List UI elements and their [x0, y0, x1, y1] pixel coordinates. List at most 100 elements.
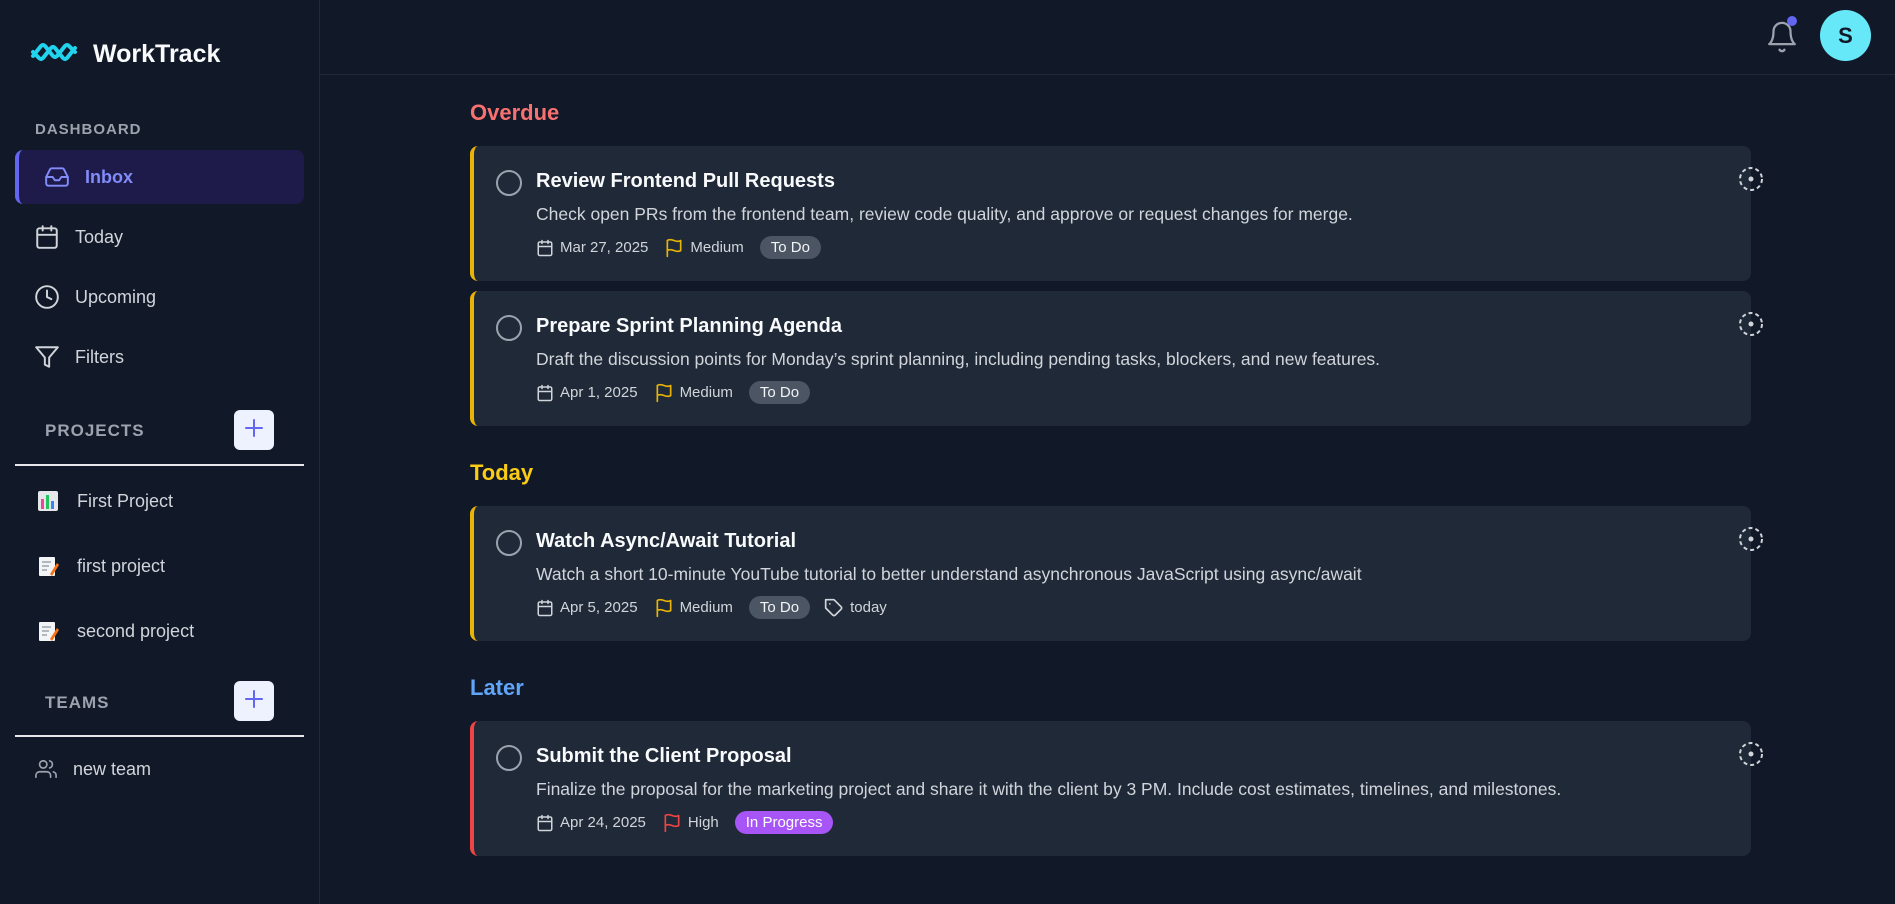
task-description: Draft the discussion points for Monday’s…: [536, 349, 1381, 369]
status-badge: To Do: [748, 381, 811, 404]
task-meta: Apr 5, 2025 Medium To Do today: [536, 596, 903, 619]
sidebar-item-label: Today: [75, 226, 124, 247]
brand-name: WorkTrack: [93, 40, 221, 68]
task-priority-text: Medium: [690, 239, 744, 256]
calendar-icon: [537, 814, 553, 831]
task-description: Watch a short 10-minute YouTube tutorial…: [536, 564, 1362, 584]
sidebar-item-label: Inbox: [85, 166, 133, 187]
logo-icon: [29, 38, 79, 71]
topbar: S: [320, 0, 1895, 75]
add-project-button[interactable]: [234, 410, 274, 450]
task-description: Finalize the proposal for the marketing …: [536, 779, 1562, 799]
task-date-text: Apr 24, 2025: [560, 814, 646, 831]
calendar-icon: [34, 224, 60, 250]
task-date-text: Apr 5, 2025: [560, 599, 638, 616]
group-title-later: Later: [470, 675, 524, 700]
filter-icon: [34, 344, 60, 370]
project-item-label: first project: [77, 555, 166, 576]
sidebar-item-upcoming[interactable]: Upcoming: [15, 270, 304, 324]
calendar-icon: [537, 384, 553, 401]
task-complete-checkbox[interactable]: [496, 745, 522, 771]
team-item-new-team[interactable]: new team: [35, 758, 151, 780]
inbox-icon: [44, 164, 70, 190]
task-card[interactable]: Review Frontend Pull Requests Check open…: [470, 146, 1763, 281]
sidebar: WorkTrack DASHBOARD Inbox Today Upcoming…: [0, 0, 320, 904]
task-tag-text: today: [850, 599, 887, 616]
task-meta: Apr 1, 2025 Medium To Do: [536, 381, 824, 404]
task-priority-text: High: [687, 814, 719, 831]
plus-icon: [244, 689, 264, 714]
project-item-label: second project: [77, 620, 195, 641]
task-due-date: Apr 24, 2025: [536, 814, 646, 832]
team-item-label: new team: [73, 758, 152, 779]
sidebar-item-filters[interactable]: Filters: [15, 330, 304, 384]
notification-dot: [1787, 16, 1797, 26]
app-root: WorkTrack DASHBOARD Inbox Today Upcoming…: [0, 0, 1895, 904]
task-meta: Apr 24, 2025 High In Progress: [536, 811, 847, 834]
project-item-first-project-2[interactable]: first project: [37, 555, 165, 577]
task-card[interactable]: Prepare Sprint Planning Agenda Draft the…: [470, 291, 1763, 426]
calendar-icon: [537, 239, 553, 256]
flag-icon: [666, 238, 682, 257]
sidebar-item-label: Upcoming: [75, 286, 157, 307]
add-team-button[interactable]: [234, 681, 274, 721]
task-options-icon[interactable]: [1736, 524, 1766, 554]
task-title: Submit the Client Proposal: [536, 745, 792, 767]
flag-icon: [656, 598, 672, 617]
task-priority-text: Medium: [679, 384, 733, 401]
task-due-date: Apr 1, 2025: [536, 384, 638, 402]
task-complete-checkbox[interactable]: [496, 315, 522, 341]
main-content: S Overdue Review Frontend Pull Requests …: [320, 0, 1895, 904]
task-options-icon[interactable]: [1736, 739, 1766, 769]
tag-icon: [824, 598, 843, 616]
sidebar-item-today[interactable]: Today: [15, 210, 304, 264]
clock-icon: [34, 284, 60, 310]
project-item-first-project[interactable]: First Project: [37, 490, 173, 512]
task-description: Check open PRs from the frontend team, r…: [536, 204, 1353, 224]
task-options-icon[interactable]: [1736, 164, 1766, 194]
bar-chart-emoji-icon: [37, 490, 59, 512]
task-priority: Medium: [654, 598, 733, 618]
status-badge: To Do: [748, 596, 811, 619]
project-item-second-project[interactable]: second project: [37, 620, 194, 642]
task-title: Review Frontend Pull Requests: [536, 170, 835, 192]
sidebar-item-label: Filters: [75, 346, 124, 367]
task-card[interactable]: Watch Async/Await Tutorial Watch a short…: [470, 506, 1763, 641]
memo-emoji-icon: [37, 555, 59, 577]
task-complete-checkbox[interactable]: [496, 170, 522, 196]
group-title-overdue: Overdue: [470, 100, 560, 125]
task-meta: Mar 27, 2025 Medium To Do: [536, 236, 835, 259]
task-due-date: Mar 27, 2025: [536, 239, 648, 257]
memo-emoji-icon: [37, 620, 59, 642]
projects-divider: [15, 464, 304, 466]
brand[interactable]: WorkTrack: [29, 38, 220, 71]
task-priority: High: [662, 813, 719, 833]
status-badge: In Progress: [734, 811, 834, 834]
task-date-text: Mar 27, 2025: [560, 239, 649, 256]
project-item-label: First Project: [77, 490, 174, 511]
projects-label: PROJECTS: [45, 421, 145, 440]
calendar-icon: [537, 599, 553, 616]
flag-icon: [656, 383, 672, 402]
plus-icon: [244, 418, 264, 443]
group-title-today: Today: [470, 460, 534, 485]
task-priority: Medium: [654, 383, 733, 403]
task-complete-checkbox[interactable]: [496, 530, 522, 556]
task-card[interactable]: Submit the Client Proposal Finalize the …: [470, 721, 1763, 856]
avatar[interactable]: S: [1820, 10, 1871, 61]
task-priority: Medium: [664, 238, 744, 258]
task-title: Prepare Sprint Planning Agenda: [536, 315, 842, 337]
task-tag: today: [824, 598, 887, 618]
users-icon: [35, 758, 57, 780]
teams-label: TEAMS: [45, 693, 110, 712]
flag-icon: [664, 813, 680, 832]
status-badge: To Do: [759, 236, 821, 259]
task-options-icon[interactable]: [1736, 309, 1766, 339]
task-date-text: Apr 1, 2025: [560, 384, 638, 401]
dashboard-label: DASHBOARD: [35, 121, 142, 138]
task-due-date: Apr 5, 2025: [536, 599, 638, 617]
teams-divider: [15, 735, 304, 737]
task-priority-text: Medium: [679, 599, 733, 616]
task-title: Watch Async/Await Tutorial: [536, 530, 797, 552]
sidebar-item-inbox[interactable]: Inbox: [15, 150, 304, 204]
